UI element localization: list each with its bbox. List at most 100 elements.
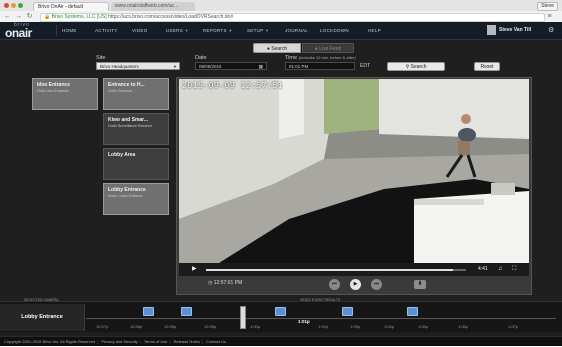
- nav-users[interactable]: USERS ▼: [166, 22, 189, 39]
- close-window-icon[interactable]: [4, 3, 9, 8]
- nav-video[interactable]: VIDEO: [132, 22, 148, 39]
- nav-journal[interactable]: JOURNAL: [285, 22, 308, 39]
- nav-setup-label: SETUP: [247, 28, 264, 33]
- time-hint: (Includes 10 min. before & after): [298, 55, 356, 60]
- site-select[interactable]: Brivo Headquarters ▾: [96, 62, 180, 70]
- nav-reports[interactable]: REPORTS ▼: [203, 22, 233, 39]
- footer-link-contact[interactable]: Contact Us: [206, 339, 226, 344]
- camera-tile-selected[interactable]: Lobby Entrance South Lobby Entrance: [103, 183, 169, 215]
- secure-lock-icon: 🔒: [44, 14, 51, 20]
- download-button[interactable]: ⬇: [414, 280, 426, 289]
- footer-link-privacy[interactable]: Privacy and Security: [101, 339, 137, 344]
- event-marker[interactable]: [342, 307, 353, 316]
- skip-back-icon: ⏮: [332, 281, 337, 287]
- browser-tab-active[interactable]: Brivo OnAir - default: [33, 2, 109, 11]
- menu-icon[interactable]: ≡: [545, 12, 554, 21]
- nav-users-label: USERS: [166, 28, 184, 33]
- gear-icon[interactable]: ⚙: [548, 22, 554, 39]
- timeline-axis[interactable]: [86, 318, 556, 319]
- camera-tile-title: Lobby Area: [108, 152, 136, 158]
- fullscreen-icon[interactable]: ⛶: [512, 263, 516, 276]
- live-feed-button[interactable]: ● Live Feed: [302, 43, 354, 53]
- nav-lockdown[interactable]: LOCKDOWN: [320, 22, 349, 39]
- timeline-tick: 1:04p: [384, 324, 395, 329]
- nav-help[interactable]: HELP: [368, 22, 381, 39]
- url-field[interactable]: 🔒 Brivo Systems, LLC [US] https://acs.br…: [40, 13, 545, 22]
- search-mode-icon: ●: [266, 46, 270, 52]
- camera-tile[interactable]: Idvo Entrance OnAir Idvo Entrance: [32, 78, 98, 110]
- reload-icon[interactable]: ↻: [25, 12, 34, 21]
- camera-tile-subtitle: OnAir Surveillance Entrance: [108, 124, 152, 128]
- timeline-scrub-handle[interactable]: [240, 306, 246, 329]
- camera-tile-title: Entrance to H...: [108, 82, 145, 88]
- search-button[interactable]: ⚲ Search: [387, 62, 445, 71]
- reset-button[interactable]: Reset: [474, 62, 500, 71]
- logo-onair-text[interactable]: onair: [5, 26, 32, 40]
- calendar-icon[interactable]: ▦: [259, 63, 263, 69]
- timeline-tick: 1:05p: [418, 324, 429, 329]
- browser-profile-chip[interactable]: Steve: [537, 2, 558, 11]
- search-mode-button[interactable]: ● Search: [253, 43, 301, 53]
- play-button[interactable]: ▶: [350, 279, 361, 290]
- caret-down-icon: ▼: [184, 28, 189, 33]
- caret-down-icon: ▼: [264, 28, 270, 33]
- timeline-tick: 12:58p: [130, 324, 143, 329]
- footer-link-release-notes[interactable]: Release Notes: [174, 339, 200, 344]
- avatar[interactable]: [487, 25, 496, 35]
- video-frame[interactable]: [179, 79, 529, 263]
- play-icon[interactable]: ▶: [192, 263, 197, 276]
- next-button[interactable]: ⏭: [371, 279, 382, 290]
- nav-home[interactable]: HOME: [62, 22, 77, 39]
- nav-activity[interactable]: ACTIVITY: [95, 22, 118, 39]
- search-mode-label: Search: [271, 46, 288, 52]
- timeline-tick: 12:59p: [164, 324, 177, 329]
- timeline-tick: 1:02p: [318, 324, 329, 329]
- tab-label: Brivo OnAir - default: [38, 4, 84, 10]
- camera-tile-subtitle: South Lobby Entrance: [108, 194, 143, 198]
- event-marker[interactable]: [275, 307, 286, 316]
- user-name[interactable]: Steve Van Till: [499, 22, 531, 39]
- minimize-window-icon[interactable]: [11, 3, 16, 8]
- camera-tile[interactable]: Lobby Area: [103, 148, 169, 180]
- time-label: Time (Includes 10 min. before & after): [285, 55, 356, 61]
- nav-setup[interactable]: SETUP ▼: [247, 22, 269, 39]
- event-marker[interactable]: [181, 307, 192, 316]
- video-clock: ◷ 12:57:01 PM: [208, 280, 242, 286]
- timeline-tick: 1:07p: [508, 324, 519, 329]
- maximize-window-icon[interactable]: [18, 3, 23, 8]
- camera-tile[interactable]: Kiwo and Smar... OnAir Surveillance Entr…: [103, 113, 169, 145]
- forward-arrow-icon[interactable]: →: [14, 12, 23, 21]
- event-marker[interactable]: [407, 307, 418, 316]
- nav-reports-label: REPORTS: [203, 28, 227, 33]
- chevron-down-icon: ▾: [173, 64, 176, 69]
- timeline-tick: 12:59p: [204, 324, 217, 329]
- timeline-camera-label: Lobby Entrance: [0, 304, 85, 331]
- live-feed-label: Live Feed: [319, 46, 342, 52]
- timeline-current-time: 1:01p: [298, 319, 310, 324]
- date-field[interactable]: 09/09/2015 ▦: [195, 62, 267, 70]
- video-timestamp: 2015-09-09 12:57:51: [182, 81, 284, 90]
- camera-tile-title: Lobby Entrance: [108, 187, 146, 193]
- site-label: Site: [96, 55, 106, 61]
- timeline-tick: 1:00p: [250, 324, 261, 329]
- tab-label: www.onairstaffweb.com/ac...: [115, 3, 179, 9]
- time-label-text: Time: [285, 55, 298, 61]
- date-value: 09/09/2015: [199, 64, 222, 69]
- footer-link-terms[interactable]: Terms of Use: [144, 339, 168, 344]
- date-label: Date: [195, 55, 207, 61]
- search-button-label: Search: [410, 64, 427, 70]
- skip-forward-icon: ⏭: [374, 281, 379, 287]
- volume-icon[interactable]: ♫: [498, 263, 503, 276]
- camera-tile-title: Idvo Entrance: [37, 82, 71, 88]
- camera-tile[interactable]: Entrance to H... OnAir Entrance...: [103, 78, 169, 110]
- event-marker[interactable]: [143, 307, 154, 316]
- clock-icon: ◷: [208, 280, 213, 286]
- video-clock-text: 12:57:01 PM: [213, 280, 243, 286]
- back-arrow-icon[interactable]: ←: [3, 12, 12, 21]
- timeline-tick: 12:57p: [96, 324, 109, 329]
- caret-down-icon: ▼: [228, 28, 233, 33]
- previous-button[interactable]: ⏮: [329, 279, 340, 290]
- search-icon: ⚲: [405, 64, 410, 70]
- time-field[interactable]: 01:01 PM: [285, 62, 355, 70]
- browser-tab-inactive[interactable]: www.onairstaffweb.com/ac...: [111, 2, 195, 11]
